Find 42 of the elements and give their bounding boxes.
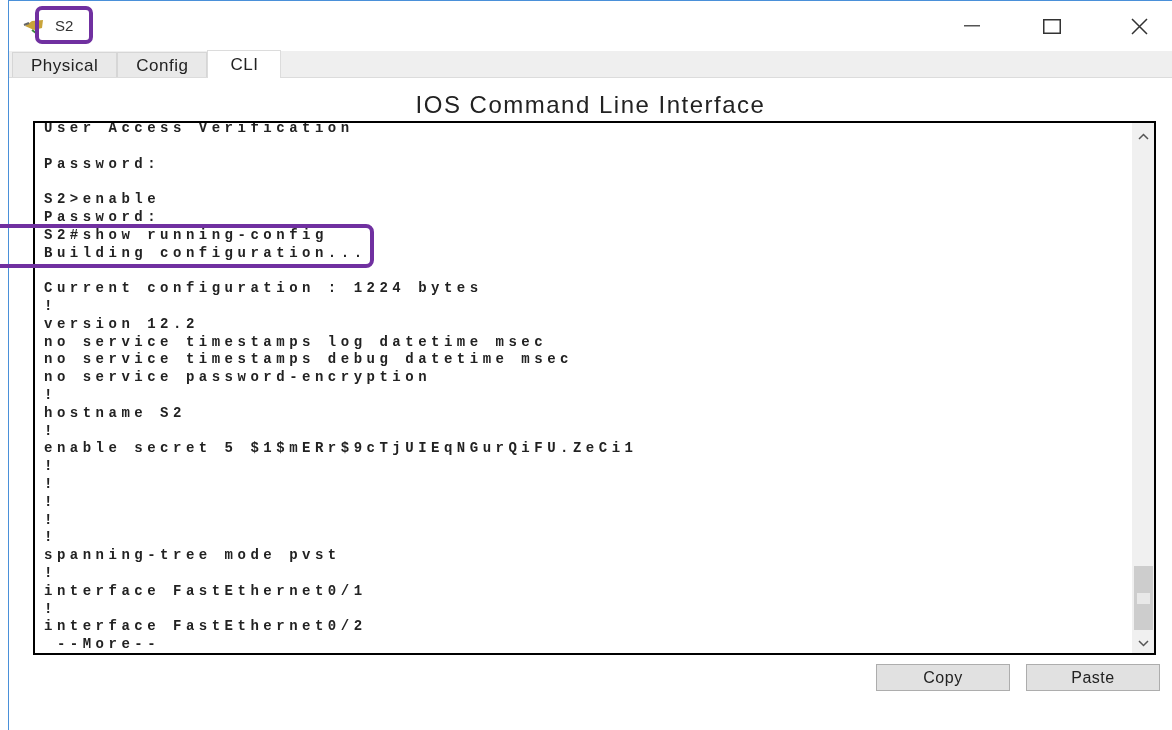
scrollbar-thumb[interactable] <box>1133 566 1153 630</box>
terminal-line: ! <box>44 475 57 492</box>
terminal-line: no service timestamps debug datetime msec <box>44 351 573 368</box>
scroll-down-icon[interactable] <box>1137 640 1149 647</box>
terminal-line: S2>enable <box>44 191 161 208</box>
terminal-line: ! <box>44 422 57 439</box>
terminal-line: no service timestamps log datetime msec <box>44 333 548 350</box>
tab[interactable]: Physical <box>12 52 118 77</box>
terminal-line: interface FastEthernet0/1 <box>44 582 367 599</box>
terminal-line: ! <box>44 458 57 475</box>
maximize-icon[interactable] <box>1043 18 1061 34</box>
terminal-line: spanning-tree mode pvst <box>44 547 341 564</box>
terminal-line: Building configuration... <box>44 244 367 261</box>
terminal-line: ! <box>44 493 57 510</box>
minimize-icon[interactable] <box>964 25 980 27</box>
terminal-line: --More-- <box>55 636 161 653</box>
terminal-line: ! <box>44 564 57 581</box>
tab[interactable]: CLI <box>207 50 282 78</box>
close-icon[interactable] <box>1131 17 1148 35</box>
terminal-line: enable secret 5 $1$mERr$9cTjUIEqNGurQiFU.ZeCi1 <box>44 440 638 457</box>
action-button[interactable]: Copy <box>876 664 1010 691</box>
terminal-line: Current configuration : 1224 bytes <box>44 280 483 297</box>
terminal-line: Password: <box>44 209 161 225</box>
window-title: S2 <box>55 15 74 36</box>
terminal-line: S2#show running-config <box>44 226 328 243</box>
terminal-line: ! <box>44 600 57 617</box>
highlight-box <box>35 6 93 44</box>
terminal-line: version 12.2 <box>44 315 199 332</box>
terminal-line: interface FastEthernet0/2 <box>44 618 367 635</box>
switch-icon <box>23 17 45 35</box>
tab[interactable]: Config <box>117 52 208 77</box>
scroll-up-icon[interactable] <box>1137 133 1149 140</box>
terminal-line: ! <box>44 511 57 528</box>
terminal-line: ! <box>44 297 57 314</box>
scrollbar[interactable] <box>1132 123 1154 653</box>
terminal-line: hostname S2 <box>44 404 186 421</box>
terminal-line: Password: <box>44 155 161 172</box>
terminal-line: no service password-encryption <box>44 369 432 386</box>
action-button[interactable]: Paste <box>1026 664 1160 691</box>
panel-heading: IOS Command Line Interface <box>414 90 767 120</box>
terminal-line: ! <box>44 529 57 546</box>
terminal-line: ! <box>44 386 57 403</box>
